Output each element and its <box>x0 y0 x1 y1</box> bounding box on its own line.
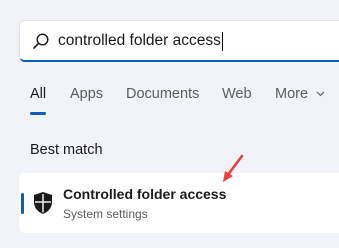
active-tab-indicator <box>30 112 46 115</box>
tab-apps[interactable]: Apps <box>70 86 103 102</box>
shield-icon <box>34 192 52 214</box>
result-title: Controlled folder access <box>63 186 227 202</box>
tab-apps-label: Apps <box>70 86 104 102</box>
best-match-heading: Best match <box>30 142 103 158</box>
text-caret <box>221 31 223 51</box>
tab-more-label: More <box>275 86 309 102</box>
result-item-controlled-folder-access[interactable]: Controlled folder access System settings <box>19 173 339 233</box>
search-input[interactable]: controlled folder access <box>58 21 223 61</box>
tab-all[interactable]: All <box>30 86 47 115</box>
selection-indicator <box>21 193 24 214</box>
tab-documents-label: Documents <box>126 86 200 102</box>
windows-search-panel: controlled folder access All Apps Docume… <box>0 0 339 248</box>
tab-web-label: Web <box>222 86 252 102</box>
tab-web[interactable]: Web <box>222 86 252 102</box>
arrow-annotation-icon <box>223 154 244 182</box>
tab-documents[interactable]: Documents <box>126 86 199 102</box>
search-icon <box>33 33 49 49</box>
search-input-text: controlled folder access <box>58 32 221 49</box>
tab-all-label: All <box>30 86 47 102</box>
tab-more[interactable]: More <box>275 86 325 102</box>
chevron-down-icon <box>316 91 325 97</box>
search-box[interactable]: controlled folder access <box>19 20 339 62</box>
result-subtitle: System settings <box>63 207 148 221</box>
